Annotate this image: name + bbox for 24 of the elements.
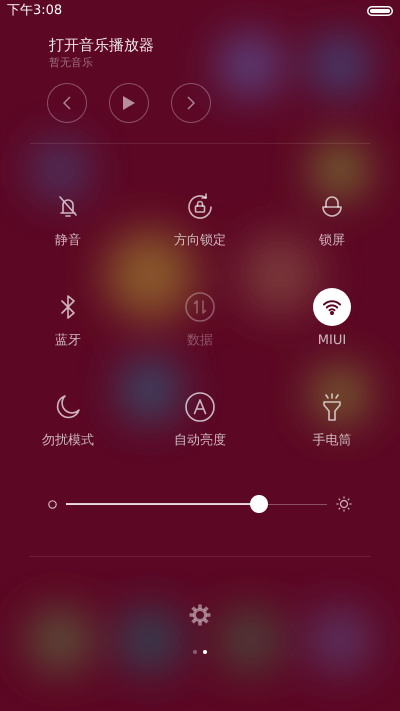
toggle-button[interactable]: 锁屏	[266, 188, 398, 250]
toggle-button[interactable]: 蓝牙	[2, 288, 134, 350]
settings-icon[interactable]	[188, 603, 212, 627]
chevron-right-icon	[187, 96, 195, 110]
status-time: 下午3:08	[7, 2, 62, 20]
toggle-button[interactable]: 自动亮度	[134, 388, 266, 450]
toggle-button[interactable]: 手电筒	[266, 388, 398, 450]
brightness-slider[interactable]	[66, 495, 327, 513]
toggle-button[interactable]: 静音	[2, 188, 134, 250]
music-subtitle: 暂无音乐	[49, 55, 94, 71]
wifi-icon	[322, 299, 342, 315]
moon-icon	[54, 393, 82, 421]
toggle-button[interactable]: MIUI	[266, 288, 398, 350]
brightness-low-icon	[48, 500, 57, 508]
data-arrows-icon	[184, 291, 216, 323]
play-icon	[123, 96, 135, 110]
chevron-left-icon	[63, 96, 71, 110]
battery-icon	[367, 6, 393, 16]
brightness-high-icon	[336, 496, 352, 512]
letter-a-circle-icon	[184, 391, 216, 423]
music-title: 打开音乐播放器	[49, 35, 155, 55]
toggle-button[interactable]: 勿扰模式	[2, 388, 134, 450]
toggle-button[interactable]: 方向锁定	[134, 188, 266, 250]
play-button[interactable]	[109, 83, 149, 123]
